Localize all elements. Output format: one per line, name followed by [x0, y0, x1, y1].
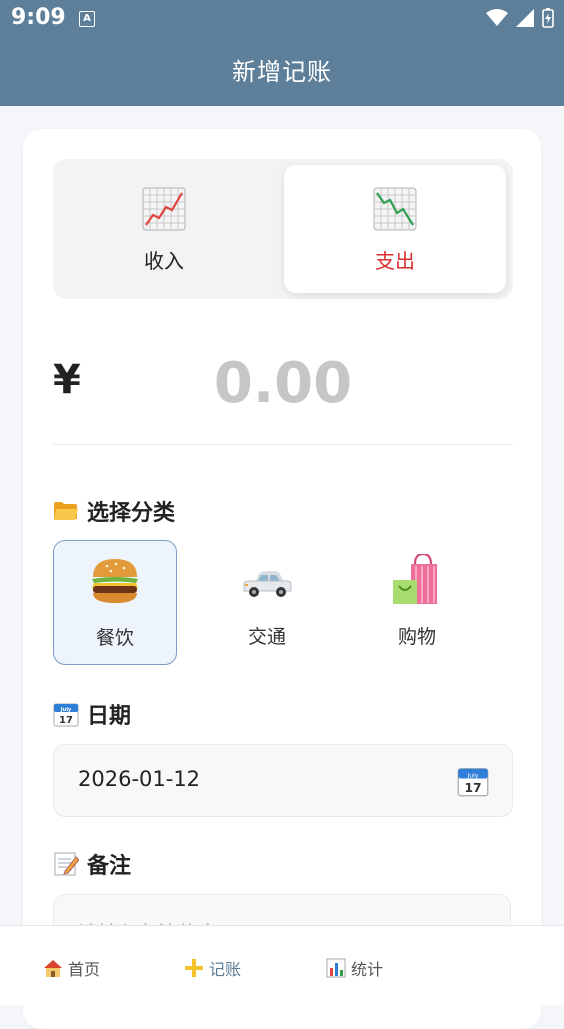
- nav-add-label: 记账: [209, 960, 242, 979]
- status-time: 9:09: [11, 5, 66, 30]
- nav-stats[interactable]: 统计: [326, 956, 383, 980]
- battery-icon: [542, 8, 554, 28]
- amount-input[interactable]: 0.00: [53, 351, 513, 416]
- app-bar: 新增记账: [0, 38, 564, 106]
- category-list: 餐饮 交通 购物: [53, 540, 513, 665]
- chart-increasing-icon: [142, 187, 186, 231]
- nav-home[interactable]: 首页: [43, 956, 100, 980]
- car-icon: [243, 571, 292, 597]
- category-shopping-label: 购物: [397, 626, 436, 648]
- signal-icon: [516, 9, 534, 27]
- hamburger-icon: [92, 559, 138, 603]
- income-tab[interactable]: 收入: [53, 165, 275, 293]
- system-icons: [486, 8, 554, 28]
- house-icon: [44, 960, 62, 977]
- note-title-text: 备注: [87, 854, 132, 879]
- svg-text:17: 17: [59, 715, 73, 726]
- calendar-icon[interactable]: July 17: [457, 765, 489, 797]
- date-value: 2026-01-12: [78, 767, 201, 791]
- folder-icon: [54, 502, 78, 520]
- date-section-title: July 17 日期: [53, 698, 131, 730]
- expense-tab[interactable]: 支出: [284, 165, 506, 293]
- nav-home-label: 首页: [68, 960, 101, 979]
- wifi-icon: [486, 9, 508, 26]
- category-transport[interactable]: 交通: [206, 540, 328, 663]
- plus-icon: [185, 959, 203, 977]
- nav-add-record[interactable]: 记账: [184, 956, 241, 980]
- page-title: 新增记账: [232, 58, 332, 86]
- calendar-icon: July 17: [53, 703, 79, 727]
- category-food-label: 餐饮: [95, 627, 134, 649]
- bar-chart-icon: [326, 958, 346, 978]
- category-shopping[interactable]: 购物: [356, 540, 478, 663]
- date-picker-field[interactable]: 2026-01-12 July 17: [53, 744, 513, 817]
- income-label: 收入: [144, 249, 184, 273]
- calendar-day: 17: [464, 781, 481, 795]
- type-switch: 收入 支出: [53, 159, 513, 299]
- form-card: 收入 支出 ¥ 0.00 选择分类 餐饮 交通 购物 July 17 日期 20…: [23, 129, 541, 1029]
- amount-row: ¥ 0.00: [53, 339, 513, 439]
- category-section-title: 选择分类: [53, 495, 175, 527]
- amount-divider: [53, 444, 513, 445]
- shopping-bags-icon: [393, 554, 437, 604]
- notification-a-icon: A: [79, 11, 95, 27]
- bottom-nav: 首页 记账 统计: [0, 925, 564, 1005]
- chart-decreasing-icon: [373, 187, 417, 231]
- expense-label: 支出: [375, 249, 415, 273]
- memo-icon: [54, 852, 79, 876]
- category-title-text: 选择分类: [87, 501, 176, 526]
- note-section-title: 备注: [53, 848, 131, 880]
- calendar-month: July: [466, 772, 478, 779]
- category-transport-label: 交通: [247, 626, 286, 648]
- category-food[interactable]: 餐饮: [53, 540, 177, 665]
- svg-text:July: July: [60, 707, 72, 713]
- date-title-text: 日期: [87, 704, 132, 729]
- nav-stats-label: 统计: [351, 960, 384, 979]
- status-bar: 9:09 A: [0, 0, 564, 38]
